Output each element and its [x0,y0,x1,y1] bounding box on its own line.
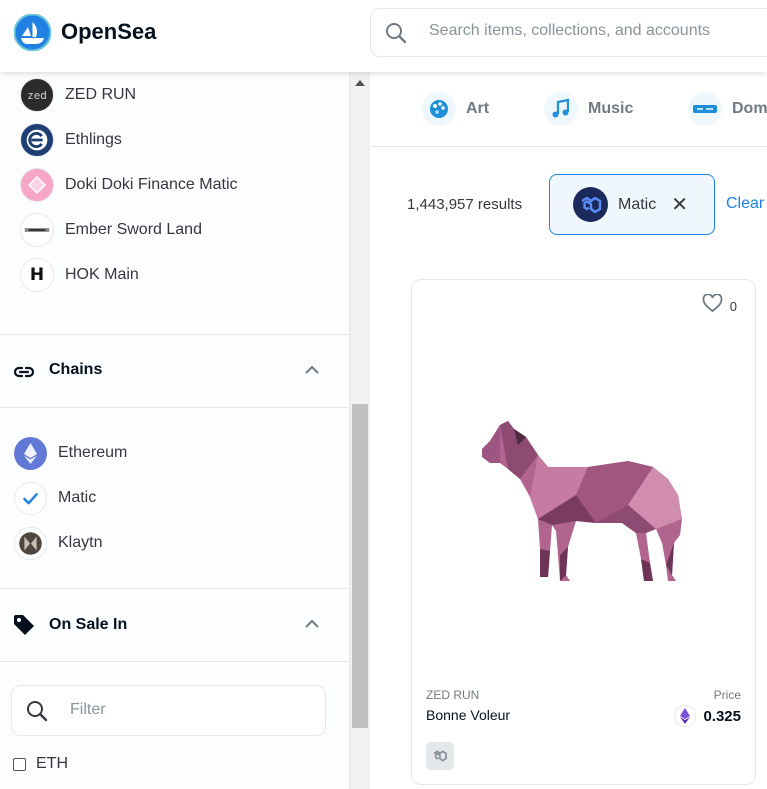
collection-label: ZED RUN [65,86,137,103]
ember-sword-logo-icon [20,213,54,247]
category-art[interactable]: Art [422,92,489,126]
category-label: Music [588,100,634,117]
collection-item-doki-doki[interactable]: Doki Doki Finance Matic [20,167,238,203]
filter-sidebar: zed ZED RUN Ethlings Doki Doki Finance M… [0,72,349,789]
search-icon [26,700,48,727]
chain-item-ethereum[interactable]: Ethereum [14,436,127,470]
collection-item-zed-run[interactable]: zed ZED RUN [20,77,136,113]
eth-checkbox[interactable] [13,757,26,771]
main-content: Art Music Domain Names 1,443,957 results… [371,72,767,789]
domain-icon [688,92,722,126]
collection-label: Ember Sword Land [65,221,202,238]
active-filter-pill[interactable]: Matic ✕ [549,174,715,235]
matic-badge-icon [426,742,454,770]
ethereum-icon [14,436,47,470]
favorite-count: 0 [729,298,737,314]
checkmark-icon [14,481,47,515]
category-label: Art [466,100,490,117]
collection-label: Doki Doki Finance Matic [65,176,238,193]
doki-doki-logo-icon [20,168,54,202]
collection-item-ethlings[interactable]: Ethlings [20,122,122,158]
price-value: 0.325 [703,707,741,725]
chevron-up-icon[interactable] [303,615,321,638]
close-icon[interactable]: ✕ [671,195,688,215]
currency-option-eth[interactable]: ETH [13,755,68,773]
divider [0,661,349,662]
clear-all-link[interactable]: Clear All [726,195,767,213]
card-asset-name[interactable]: Bonne Voleur [426,707,510,723]
category-bar: Art Music Domain Names [371,72,767,147]
scroll-thumb[interactable] [352,404,368,728]
section-title: On Sale In [49,616,128,633]
asset-card[interactable]: 0 ZED RUN Bonne Voleur Price 0.325 [411,279,756,785]
price-row: 0.325 [674,705,741,727]
opensea-logo-icon[interactable] [13,13,52,52]
ethlings-logo-icon [20,123,54,157]
divider [0,407,349,408]
chain-item-matic[interactable]: Matic [14,481,96,515]
horse-image[interactable] [478,415,692,585]
category-music[interactable]: Music [544,92,633,126]
eth-icon [674,705,697,727]
price-label: Price [713,688,741,702]
currency-label: ETH [36,755,68,772]
chain-label: Klaytn [58,534,103,551]
collection-label: HOK Main [65,266,139,283]
currency-filter-box[interactable] [11,685,326,736]
matic-logo-icon [573,187,608,222]
collection-label: Ethlings [65,131,122,148]
chain-item-klaytn[interactable]: Klaytn [14,526,102,560]
section-title: Chains [49,361,103,378]
chain-label: Matic [58,489,97,506]
brand-name[interactable]: OpenSea [61,19,156,45]
chain-label: Ethereum [58,444,128,461]
search-input[interactable] [429,22,767,40]
active-filter-label: Matic [618,195,657,213]
category-label: Domain Names [732,100,767,117]
collection-item-hok-main[interactable]: H HOK Main [20,257,139,293]
hok-main-logo-icon: H [20,258,54,292]
collection-item-ember-sword[interactable]: Ember Sword Land [20,212,202,248]
chevron-up-icon[interactable] [303,361,321,384]
heart-icon [702,293,723,318]
results-count: 1,443,957 results [407,196,523,213]
header: OpenSea [0,0,767,72]
music-icon [544,92,578,126]
favorite-button[interactable]: 0 [702,293,737,318]
on-sale-section-header[interactable]: On Sale In [0,589,349,661]
art-icon [422,92,456,126]
zed-run-logo-icon: zed [20,78,54,112]
link-icon [12,360,36,389]
card-collection-name[interactable]: ZED RUN [426,688,479,702]
filter-input[interactable] [70,701,300,719]
sidebar-scrollbar[interactable] [349,72,370,789]
search-icon [385,22,407,49]
klaytn-icon [14,526,47,560]
chains-section-header[interactable]: Chains [0,335,349,407]
category-domain-names[interactable]: Domain Names [688,92,767,126]
scroll-up-arrow-icon[interactable] [355,80,365,86]
search-box[interactable] [370,8,767,57]
tag-icon [12,613,36,642]
